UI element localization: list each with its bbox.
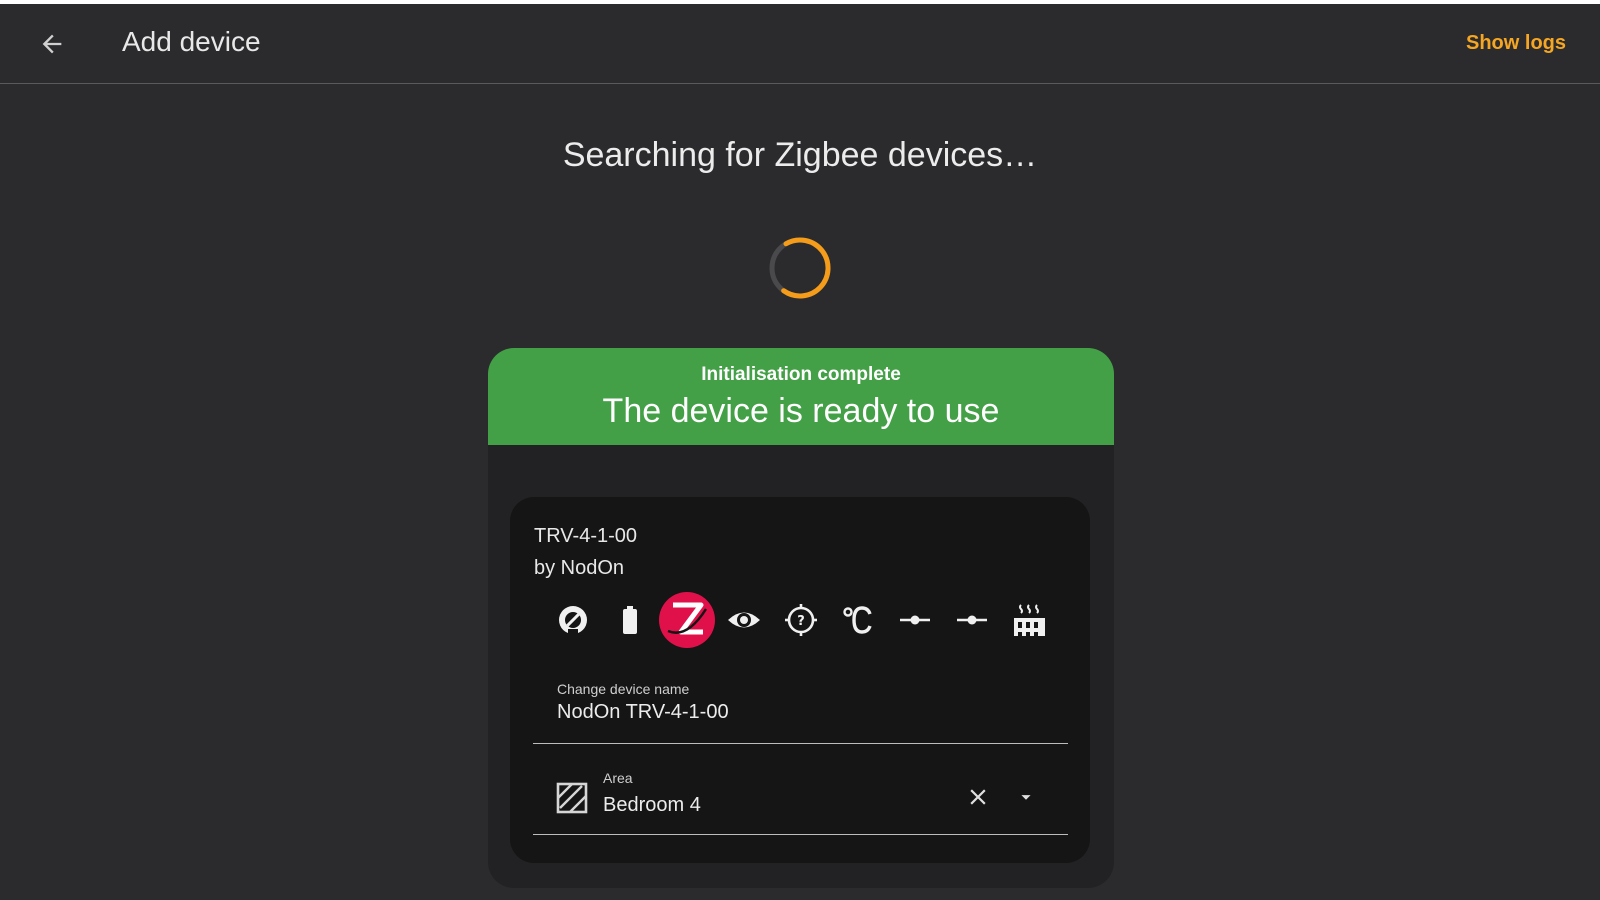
- area-select[interactable]: Bedroom 4: [603, 794, 701, 817]
- svg-text:?: ?: [797, 614, 805, 629]
- show-logs-button[interactable]: Show logs: [1466, 32, 1566, 55]
- device-name-underline: [533, 743, 1068, 744]
- slider-icon[interactable]: [943, 590, 1001, 650]
- gauge-icon[interactable]: [544, 590, 602, 650]
- loading-spinner: [769, 237, 831, 299]
- battery-icon[interactable]: [601, 590, 659, 650]
- slider-icon[interactable]: [886, 590, 944, 650]
- zigbee-icon[interactable]: [658, 590, 716, 650]
- temperature-celsius-icon[interactable]: [829, 590, 887, 650]
- device-info-card: TRV-4-1-00 by NodOn ? Change device name…: [510, 497, 1090, 863]
- device-name-label: Change device name: [557, 681, 690, 697]
- search-status-title: Searching for Zigbee devices…: [562, 136, 1038, 174]
- banner-title: The device is ready to use: [602, 392, 1000, 430]
- menu-down-icon: [1021, 795, 1031, 800]
- area-underline: [533, 834, 1068, 835]
- radiator-icon[interactable]: [1000, 590, 1058, 650]
- device-name-input[interactable]: NodOn TRV-4-1-00: [557, 701, 729, 724]
- banner-subtitle: Initialisation complete: [701, 364, 901, 385]
- page-title: Add device: [122, 26, 261, 57]
- crosshairs-question-icon[interactable]: ?: [772, 590, 830, 650]
- initialisation-banner: Initialisation complete The device is re…: [488, 348, 1114, 445]
- entity-icon-row: ?: [544, 590, 1064, 650]
- area-label: Area: [603, 770, 633, 786]
- device-result-card: Initialisation complete The device is re…: [488, 348, 1114, 888]
- close-icon: [970, 789, 986, 805]
- clear-area-button[interactable]: [962, 781, 994, 813]
- arrow-left-icon: [42, 34, 62, 54]
- area-dropdown-button[interactable]: [1010, 781, 1042, 813]
- texture-box-icon: [556, 782, 588, 814]
- back-button[interactable]: [32, 24, 72, 64]
- eye-icon[interactable]: [715, 590, 773, 650]
- app-header: Add device Show logs: [0, 4, 1600, 84]
- device-manufacturer: by NodOn: [534, 557, 625, 579]
- device-model: TRV-4-1-00: [534, 525, 638, 547]
